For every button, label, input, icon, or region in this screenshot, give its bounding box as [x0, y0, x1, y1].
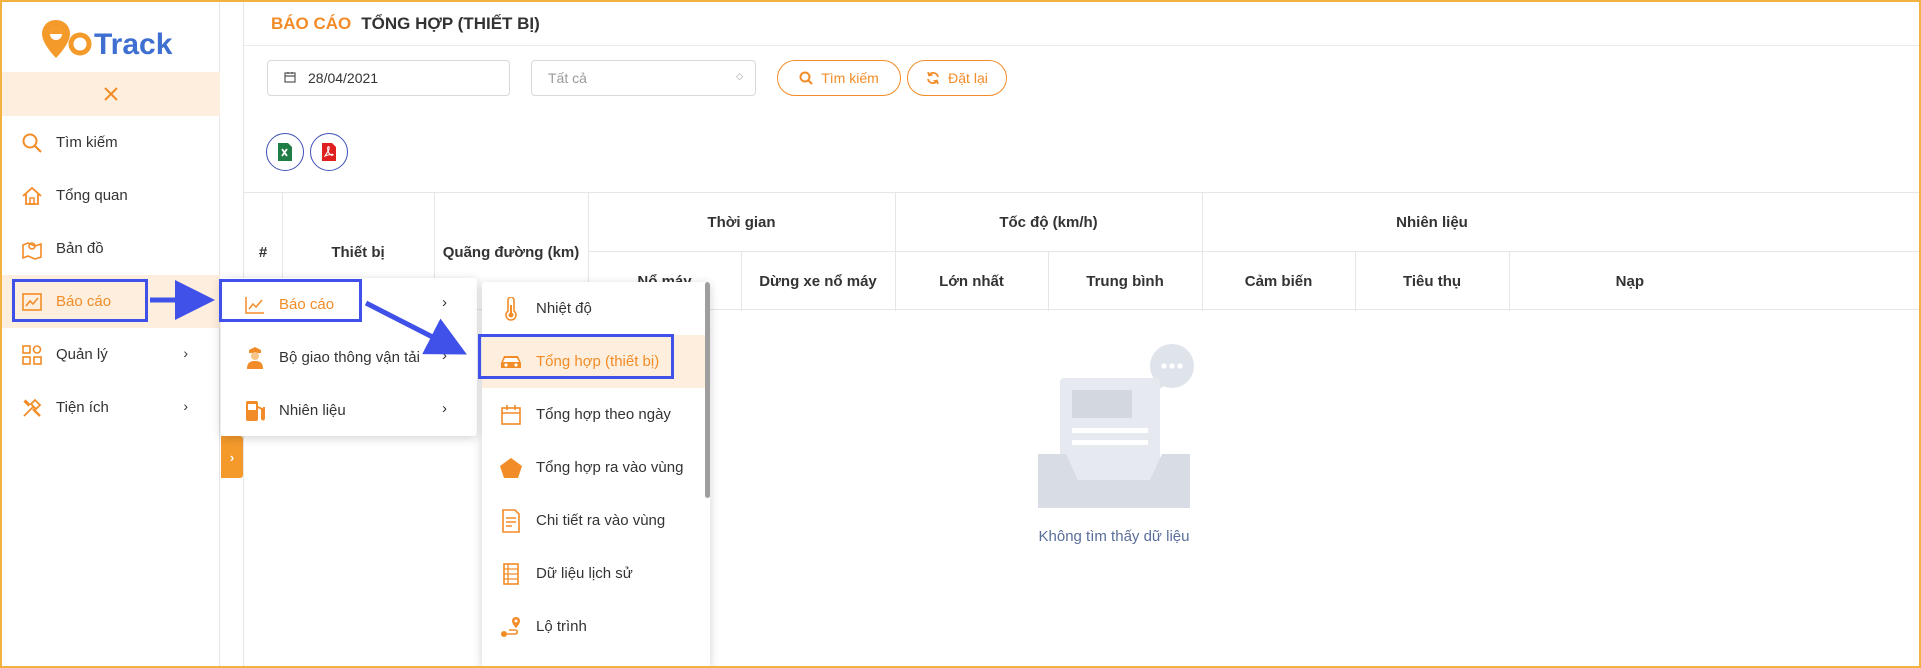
fuel-pump-icon: [243, 399, 267, 423]
report-item-route[interactable]: Lộ trình: [482, 600, 710, 653]
select-arrow-icon: ◇: [736, 71, 743, 81]
thermometer-icon: [498, 296, 524, 321]
search-button-label: Tìm kiếm: [821, 70, 879, 86]
date-value: 28/04/2021: [308, 70, 379, 86]
group-fuel: Nhiên liệu: [1396, 213, 1468, 231]
sidebar-close-button[interactable]: [2, 72, 220, 116]
report-item-label: Lộ trình: [536, 618, 587, 635]
report-item-label: Nhiệt độ: [536, 300, 592, 317]
document-icon: [498, 508, 524, 533]
sidebar-item-map[interactable]: Bản đồ: [2, 222, 220, 275]
group-time: Thời gian: [707, 213, 776, 231]
report-item-label: Tổng hợp theo ngày: [536, 406, 671, 423]
search-icon: [20, 131, 44, 155]
calendar-icon: [284, 70, 296, 86]
report-item-label: Dữ liệu lịch sử: [536, 565, 633, 582]
report-item-history[interactable]: Dữ liệu lịch sử: [482, 547, 710, 600]
chevron-right-icon: ›: [442, 347, 447, 364]
report-item-temperature[interactable]: Nhiệt độ: [482, 282, 710, 335]
empty-inbox-icon: [1038, 344, 1194, 508]
export-pdf-button[interactable]: [310, 133, 348, 171]
col-consume[interactable]: Tiêu thụ: [1355, 252, 1509, 311]
gotrack-logo[interactable]: Track: [42, 14, 192, 66]
highlight-submenu-reports: [219, 279, 362, 322]
tools-icon: [20, 396, 44, 420]
col-refill[interactable]: Nạp: [1509, 252, 1662, 311]
group-speed: Tốc độ (km/h): [999, 213, 1098, 231]
sidebar-item-label: Quản lý: [56, 346, 108, 363]
close-icon: [104, 87, 118, 101]
sidebar-item-overview[interactable]: Tổng quan: [2, 169, 220, 222]
sidebar-item-label: Tiện ích: [56, 399, 109, 416]
calendar-icon: [498, 404, 524, 426]
empty-state: Không tìm thấy dữ liệu: [1004, 332, 1224, 545]
report-item-label: Chi tiết ra vào vùng: [536, 512, 666, 529]
search-button[interactable]: Tìm kiếm: [777, 60, 901, 96]
highlight-summary-device: [478, 334, 674, 379]
grid-icon: [20, 343, 44, 367]
refresh-icon: [927, 71, 940, 85]
report-item-label: Tổng hợp ra vào vùng: [536, 459, 684, 476]
device-select[interactable]: Tất cả ◇: [531, 60, 756, 96]
reset-button-label: Đặt lại: [948, 70, 988, 86]
chevron-right-icon: ›: [183, 345, 188, 361]
col-idle[interactable]: Dừng xe nổ máy: [741, 252, 895, 311]
chevron-right-icon: ›: [442, 400, 447, 417]
report-item-zone-summary[interactable]: Tổng hợp ra vào vùng: [482, 441, 710, 494]
page-title: TỔNG HỢP (THIẾT BỊ): [361, 13, 540, 33]
sidebar-expand-tab[interactable]: ›: [221, 436, 243, 478]
officer-icon: [243, 346, 267, 370]
empty-state-text: Không tìm thấy dữ liệu: [1038, 528, 1190, 545]
breadcrumb-section: BÁO CÁO: [271, 13, 352, 33]
chevron-right-icon: ›: [442, 294, 447, 311]
search-icon: [799, 71, 813, 85]
col-avg-speed[interactable]: Trung bình: [1048, 252, 1202, 311]
svg-text:Track: Track: [94, 28, 173, 61]
report-item-zone-detail[interactable]: Chi tiết ra vào vùng: [482, 494, 710, 547]
submenu-item-label: Nhiên liệu: [279, 402, 346, 419]
sidebar-item-label: Tổng quan: [56, 187, 128, 204]
sidebar-item-manage[interactable]: Quản lý ›: [2, 328, 220, 381]
submenu-item-fuel[interactable]: Nhiên liệu ›: [221, 384, 477, 437]
submenu-scrollbar[interactable]: [705, 282, 710, 498]
submenu-item-label: Bộ giao thông vận tải: [279, 349, 420, 366]
col-max-speed[interactable]: Lớn nhất: [895, 252, 1048, 311]
excel-icon: [278, 143, 292, 161]
sidebar-item-search[interactable]: Tìm kiếm: [2, 116, 220, 169]
map-icon: [20, 237, 44, 261]
date-picker[interactable]: 28/04/2021: [267, 60, 510, 96]
col-sensor[interactable]: Cảm biến: [1202, 252, 1355, 311]
pdf-icon: [322, 143, 336, 161]
home-icon: [20, 184, 44, 208]
history-icon: [498, 562, 524, 585]
submenu-item-transport-ministry[interactable]: Bộ giao thông vận tải ›: [221, 331, 477, 384]
sidebar: Track Tìm kiếm Tổng quan Bản đồ Báo cáo …: [2, 2, 220, 666]
pentagon-icon: [498, 457, 524, 479]
reset-button[interactable]: Đặt lại: [907, 60, 1007, 96]
report-item-summary-daily[interactable]: Tổng hợp theo ngày: [482, 388, 710, 441]
highlight-sidebar-reports: [12, 279, 148, 322]
chevron-right-icon: ›: [183, 398, 188, 414]
sidebar-item-label: Bản đồ: [56, 240, 104, 257]
route-icon: [498, 616, 524, 638]
chevron-right-icon: ›: [183, 292, 188, 308]
export-excel-button[interactable]: [266, 133, 304, 171]
page-title-bar: BÁO CÁO TỔNG HỢP (THIẾT BỊ): [244, 2, 1919, 46]
sidebar-item-label: Tìm kiếm: [56, 134, 118, 151]
select-value: Tất cả: [548, 70, 587, 86]
sidebar-item-utilities[interactable]: Tiện ích ›: [2, 381, 220, 434]
sidebar-nav: Tìm kiếm Tổng quan Bản đồ Báo cáo › Quản…: [2, 116, 220, 434]
